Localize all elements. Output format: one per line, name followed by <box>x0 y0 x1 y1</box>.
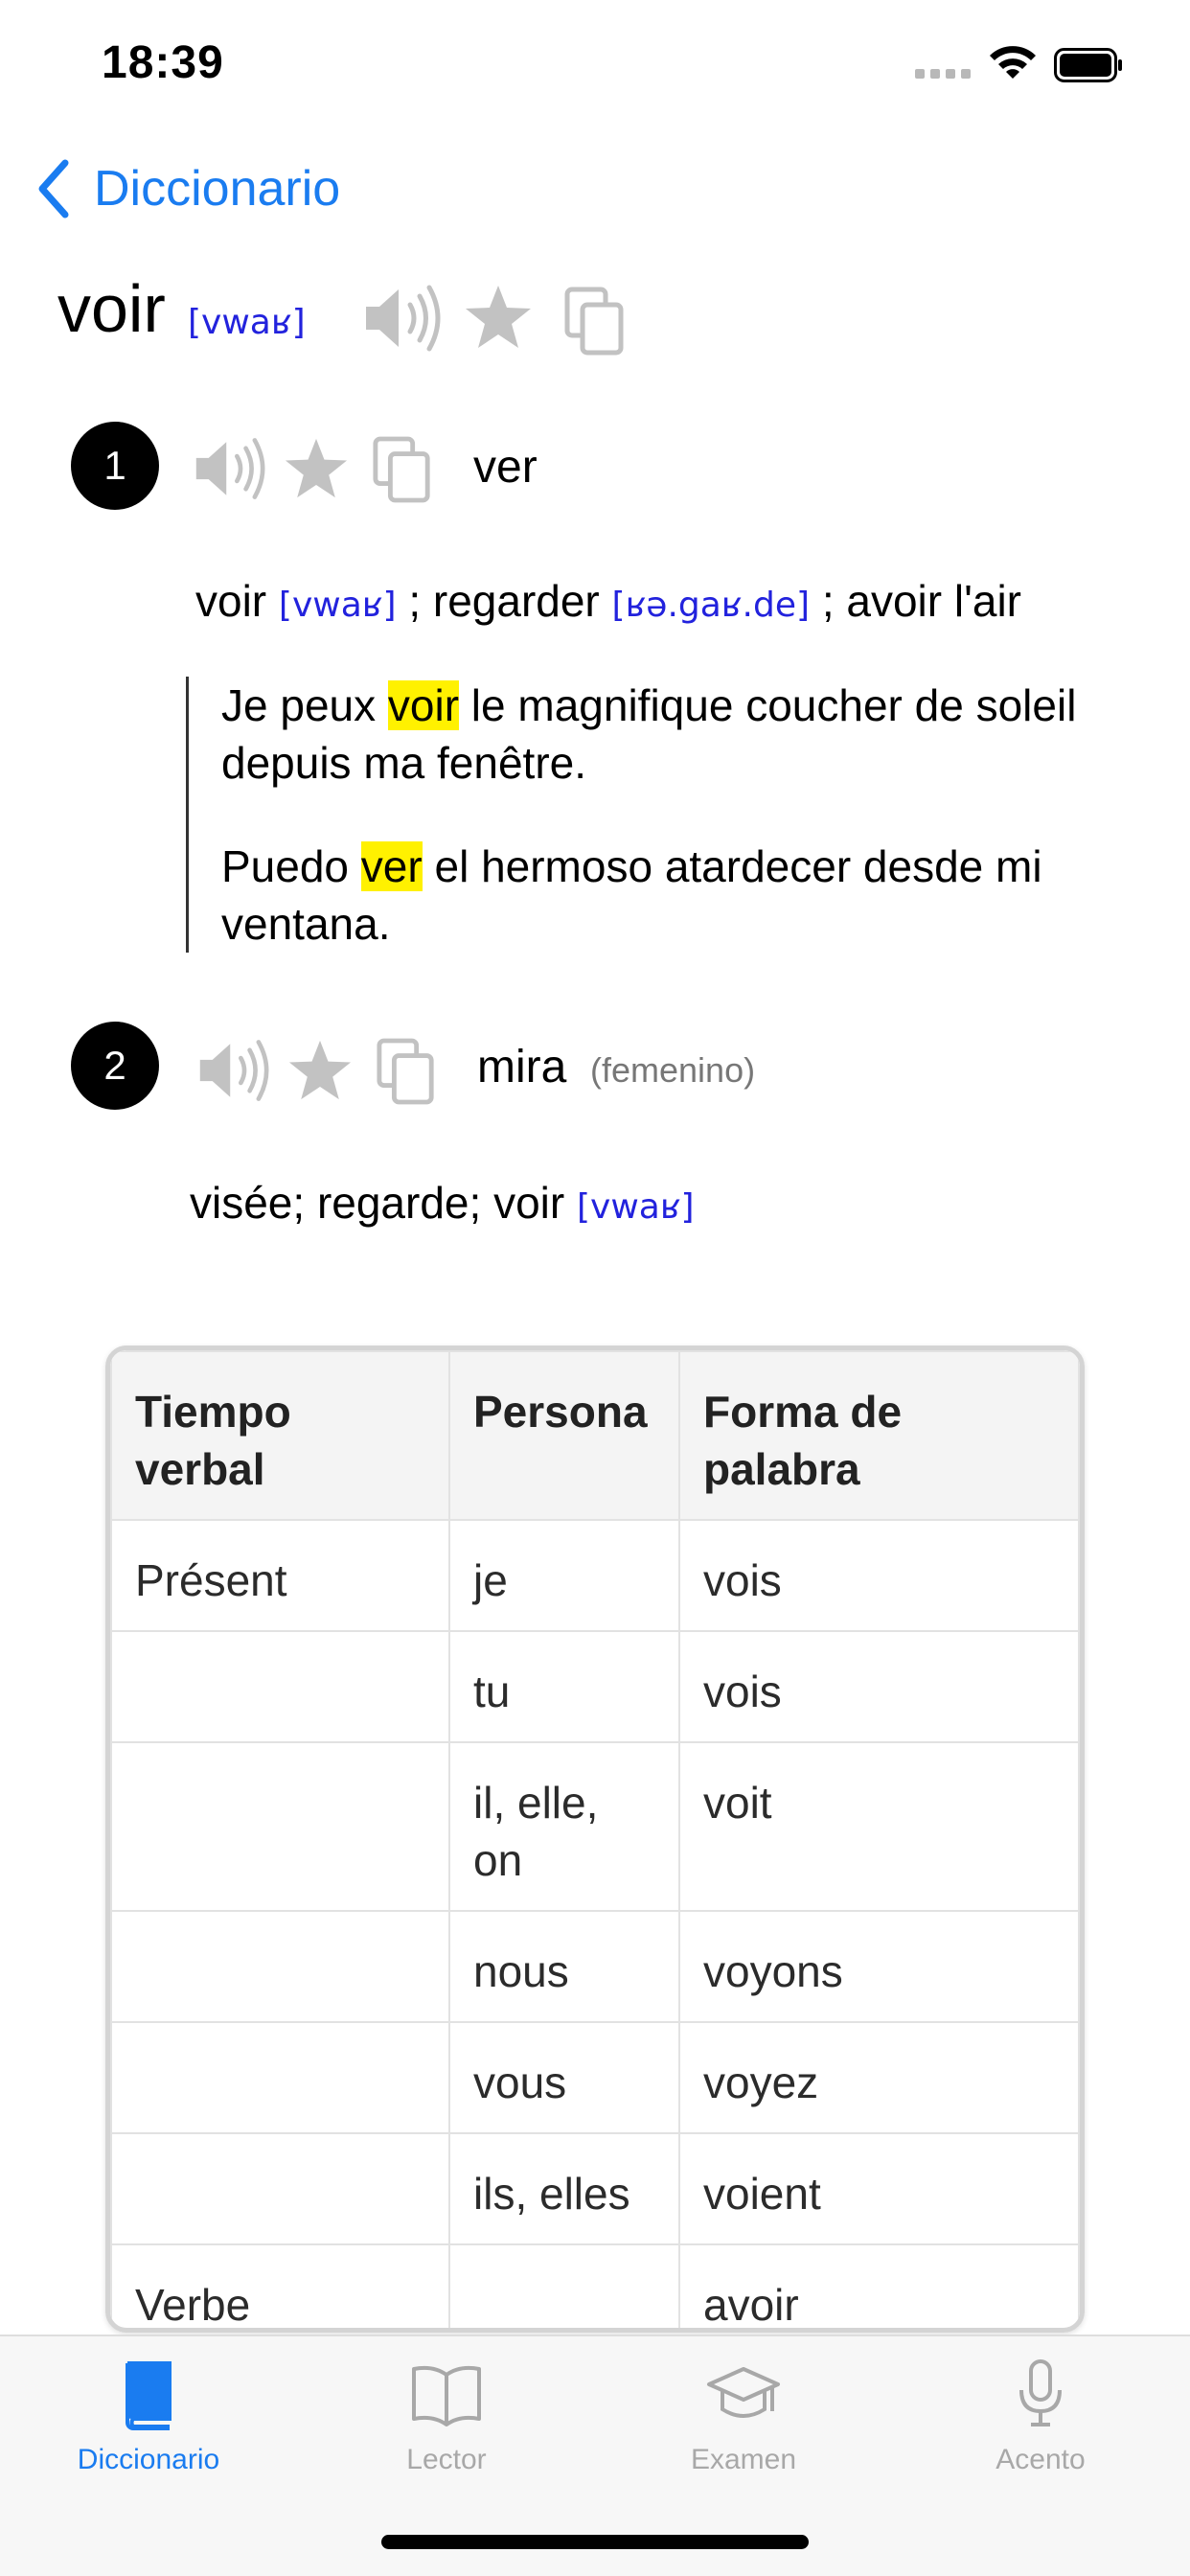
table-row: vous voyez <box>110 2021 1080 2134</box>
table-header-row: Tiempo verbal Persona Forma de palabra <box>110 1350 1080 1521</box>
copy-icon[interactable] <box>372 435 433 504</box>
status-time: 18:39 <box>102 37 224 88</box>
synonym-pronunciation: [ʁə.gaʁ.de] <box>611 586 811 625</box>
table-cell: voyons <box>678 1910 1080 2023</box>
cellular-signal-icon <box>915 69 973 80</box>
table-cell: vois <box>678 1630 1080 1743</box>
highlighted-word: voir <box>387 680 460 730</box>
table-cell <box>110 1741 450 1912</box>
tab-label: Diccionario <box>77 2444 220 2475</box>
chevron-left-icon <box>38 159 69 218</box>
table-cell: Présent <box>110 1519 450 1632</box>
synonym-pronunciation: [vwaʁ] <box>576 1187 695 1227</box>
column-header: Forma de palabra <box>678 1350 1080 1521</box>
synonym-word[interactable]: voir <box>195 576 266 626</box>
table-row: Présent je vois <box>110 1519 1080 1632</box>
table-cell <box>448 2243 680 2328</box>
table-cell: il, elle, on <box>448 1741 680 1912</box>
table-row: tu vois <box>110 1630 1080 1743</box>
example-translation: Puedo ver el hermoso atardecer desde mi … <box>221 841 1042 949</box>
speaker-icon[interactable] <box>192 433 266 504</box>
headword: voir <box>57 271 166 346</box>
tab-label: Examen <box>690 2444 797 2475</box>
tab-label: Acento <box>995 2444 1086 2475</box>
star-icon[interactable] <box>284 437 349 500</box>
table-cell: voit <box>678 1741 1080 1912</box>
table-row: il, elle, on voit <box>110 1741 1080 1912</box>
column-header: Persona <box>448 1350 680 1521</box>
sense-number-2: 2 <box>71 1022 159 1110</box>
status-bar: 18:39 <box>0 0 1190 125</box>
headword-pronunciation: [vwaʁ] <box>188 303 306 342</box>
microphone-icon <box>1019 2359 1062 2426</box>
synonym-word[interactable]: voir <box>493 1178 564 1228</box>
sense-translation: mira <box>477 1042 567 1092</box>
battery-icon <box>1054 48 1122 82</box>
column-header: Tiempo verbal <box>110 1350 450 1521</box>
separator: ; <box>821 576 835 626</box>
table-cell: tu <box>448 1630 680 1743</box>
back-button-label: Diccionario <box>94 161 341 217</box>
back-button[interactable]: Diccionario <box>34 155 340 222</box>
graduation-cap-icon <box>707 2367 780 2418</box>
table-row: Verbe auxiliaire avoir <box>110 2243 1080 2328</box>
synonym-word[interactable]: avoir l'air <box>846 576 1021 626</box>
synonym-line: visée; regarde; voir [vwaʁ] <box>190 1177 695 1229</box>
table-cell: voient <box>678 2132 1080 2245</box>
tab-acento[interactable]: Acento <box>926 2356 1156 2476</box>
table-cell <box>110 1630 450 1743</box>
example-block: Je peux voir le magnifique coucher de so… <box>186 677 1134 953</box>
table-cell: je <box>448 1519 680 1632</box>
tab-label: Lector <box>406 2444 487 2475</box>
table-cell: avoir <box>678 2243 1080 2328</box>
wifi-icon <box>990 46 1036 79</box>
example-source: Je peux voir le magnifique coucher de so… <box>221 680 1077 788</box>
synonym-list: visée; regarde; <box>190 1178 482 1228</box>
table-cell <box>110 2021 450 2134</box>
table-cell <box>110 1910 450 2023</box>
highlighted-word: ver <box>360 841 423 891</box>
table-cell: ils, elles <box>448 2132 680 2245</box>
table-cell: vois <box>678 1519 1080 1632</box>
separator: ; <box>408 576 422 626</box>
home-indicator[interactable] <box>381 2535 809 2549</box>
tab-diccionario[interactable]: Diccionario <box>34 2356 263 2476</box>
star-icon[interactable] <box>287 1039 353 1102</box>
open-book-icon <box>412 2365 481 2426</box>
synonym-word[interactable]: regarder <box>433 576 600 626</box>
table-row: ils, elles voient <box>110 2132 1080 2245</box>
table-cell <box>110 2132 450 2245</box>
star-icon[interactable] <box>464 284 533 351</box>
tab-lector[interactable]: Lector <box>332 2356 561 2476</box>
speaker-icon[interactable] <box>195 1035 270 1106</box>
gender-label: (femenino) <box>590 1050 756 1090</box>
table-cell: nous <box>448 1910 680 2023</box>
copy-icon[interactable] <box>563 286 627 356</box>
synonym-pronunciation: [vwaʁ] <box>278 586 397 625</box>
copy-icon[interactable] <box>376 1037 437 1106</box>
book-filled-icon <box>126 2361 172 2430</box>
synonym-line: voir [vwaʁ] ; regarder [ʁə.gaʁ.de] ; avo… <box>195 575 1021 627</box>
table-cell: voyez <box>678 2021 1080 2134</box>
conjugation-table: Tiempo verbal Persona Forma de palabra P… <box>105 1346 1085 2333</box>
tab-examen[interactable]: Examen <box>629 2356 858 2476</box>
table-cell: Verbe auxiliaire <box>110 2243 450 2328</box>
speaker-icon[interactable] <box>362 280 441 356</box>
table-row: nous voyons <box>110 1910 1080 2023</box>
table-cell: vous <box>448 2021 680 2134</box>
sense-number-1: 1 <box>71 422 159 510</box>
sense-translation: ver <box>473 442 538 493</box>
